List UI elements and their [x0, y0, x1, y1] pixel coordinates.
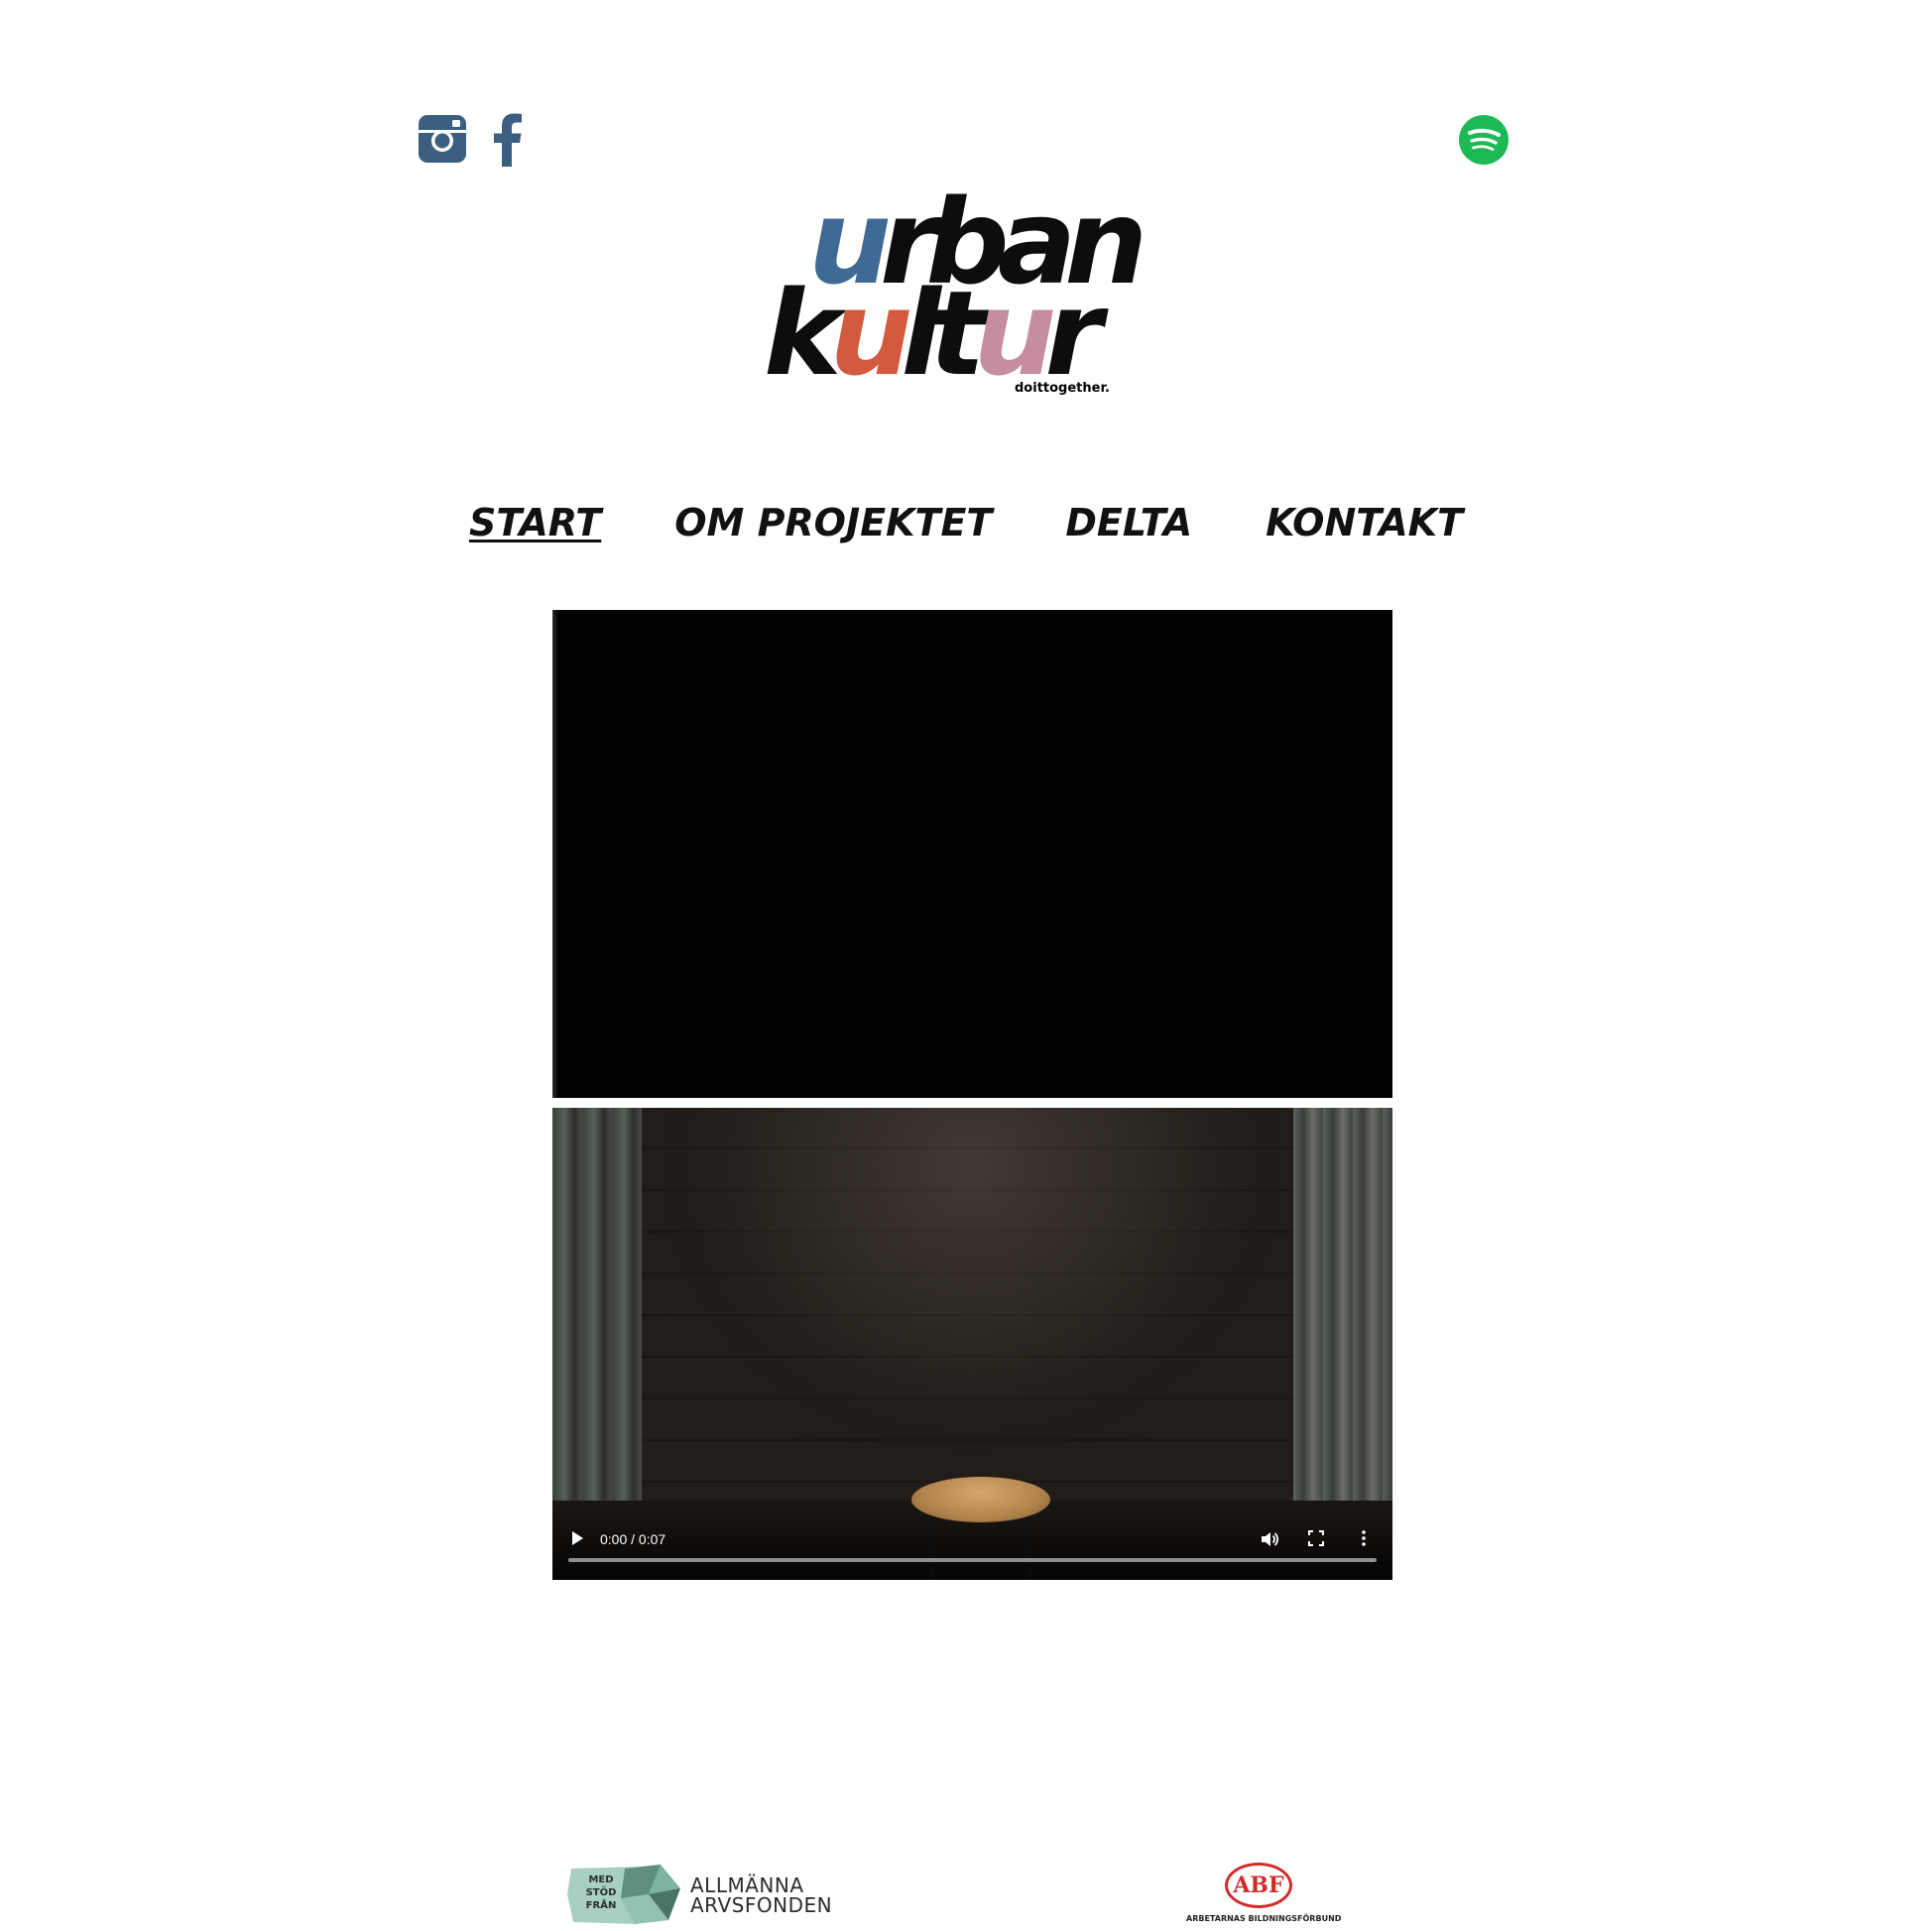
arvsfonden-name-line-1: ALLMÄNNA	[690, 1873, 804, 1897]
arvsfonden-badge-line-2: STÖD	[586, 1884, 617, 1898]
video-controls: 0:00 / 0:07	[552, 1520, 1392, 1580]
instagram-icon[interactable]	[417, 113, 468, 170]
video-progress-bar[interactable]	[568, 1558, 1377, 1562]
nav-item-delta[interactable]: DELTA	[1065, 501, 1192, 544]
arvsfonden-badge-line-3: FRÅN	[586, 1898, 617, 1911]
arvsfonden-badge-line-1: MED	[588, 1874, 613, 1885]
main-nav: START OM PROJEKTET DELTA KONTAKT	[0, 501, 1932, 544]
video-time: 0:00 / 0:07	[600, 1531, 666, 1547]
facebook-icon[interactable]	[490, 111, 524, 172]
logo-line-kultur: kultur	[764, 265, 1103, 402]
volume-icon[interactable]	[1260, 1529, 1281, 1551]
arvsfonden-badge: MED STÖD FRÅN	[565, 1865, 682, 1926]
video-embed-black[interactable]	[552, 610, 1392, 1098]
more-options-icon[interactable]	[1355, 1529, 1377, 1551]
nav-item-start[interactable]: START	[469, 501, 601, 544]
arvsfonden-name: ALLMÄNNA ARVSFONDEN	[690, 1875, 832, 1915]
play-icon[interactable]	[570, 1530, 590, 1550]
abf-mark: ABF	[1225, 1863, 1292, 1908]
video-player[interactable]: 0:00 / 0:07	[552, 1108, 1392, 1580]
abf-subtitle: ARBETARNAS BILDNINGSFÖRBUND	[1186, 1914, 1342, 1923]
nav-item-om-projektet[interactable]: OM PROJEKTET	[674, 501, 992, 544]
arvsfonden-logo[interactable]: MED STÖD FRÅN ALLMÄNNA ARVSFONDEN	[565, 1865, 832, 1926]
video-frame-wall	[607, 1108, 1338, 1505]
spotify-icon[interactable]	[1458, 114, 1509, 171]
social-links	[417, 111, 524, 172]
abf-logo[interactable]: ABF ARBETARNAS BILDNINGSFÖRBUND	[1186, 1863, 1342, 1923]
fullscreen-icon[interactable]	[1307, 1529, 1329, 1551]
arvsfonden-name-line-2: ARVSFONDEN	[690, 1893, 833, 1917]
logo-tagline: doittogether.	[1015, 381, 1110, 396]
urbankultur-logo[interactable]: urban kultur doittogether.	[764, 183, 1160, 402]
nav-item-kontakt[interactable]: KONTAKT	[1266, 501, 1463, 544]
